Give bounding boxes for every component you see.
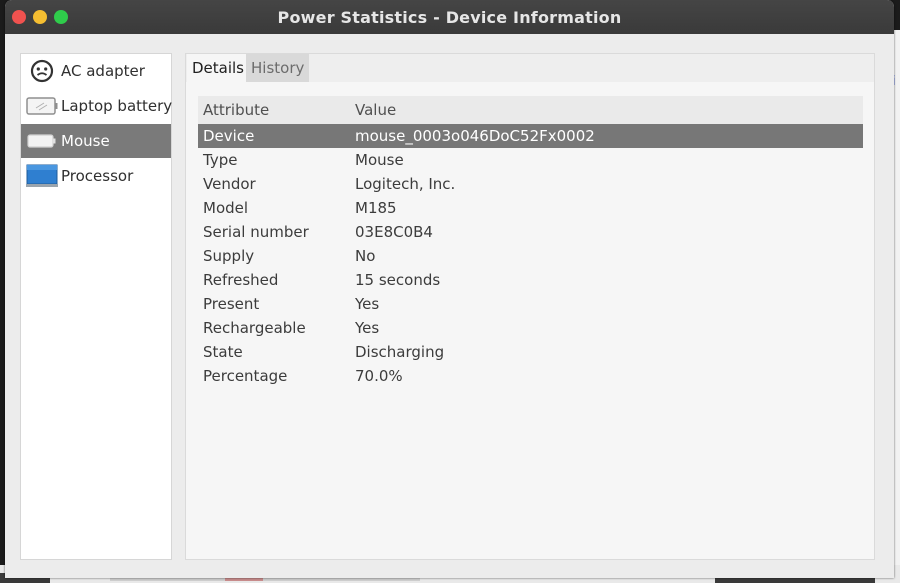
column-header-attribute[interactable]: Attribute xyxy=(203,101,269,119)
value-cell: 70.0% xyxy=(355,367,403,385)
value-cell: M185 xyxy=(355,199,397,217)
device-info-table: Attribute Value Device mouse_0003o046DoC… xyxy=(198,96,863,388)
table-row[interactable]: Present Yes xyxy=(198,292,863,316)
window-title: Power Statistics - Device Information xyxy=(277,8,622,27)
tab-history[interactable]: History xyxy=(246,54,309,82)
table-row[interactable]: Rechargeable Yes xyxy=(198,316,863,340)
laptop-battery-icon xyxy=(25,89,59,123)
attribute-cell: Vendor xyxy=(203,175,256,193)
table-row[interactable]: Model M185 xyxy=(198,196,863,220)
ac-adapter-icon xyxy=(25,54,59,88)
sidebar-item-mouse[interactable]: Mouse xyxy=(21,124,171,158)
power-statistics-window: Power Statistics - Device Information AC… xyxy=(5,0,894,578)
attribute-cell: Model xyxy=(203,199,249,217)
value-cell: 03E8C0B4 xyxy=(355,223,433,241)
title-bar[interactable]: Power Statistics - Device Information xyxy=(5,0,894,34)
attribute-cell: Percentage xyxy=(203,367,288,385)
attribute-cell: Refreshed xyxy=(203,271,279,289)
table-row[interactable]: State Discharging xyxy=(198,340,863,364)
attribute-cell: Present xyxy=(203,295,260,313)
sidebar-item-label: AC adapter xyxy=(61,62,145,80)
tab-bar: Details History xyxy=(186,54,874,82)
table-row[interactable]: Type Mouse xyxy=(198,148,863,172)
value-cell: Yes xyxy=(355,295,380,313)
table-row[interactable]: Supply No xyxy=(198,244,863,268)
mouse-battery-icon xyxy=(25,124,59,158)
table-row[interactable]: Refreshed 15 seconds xyxy=(198,268,863,292)
sidebar-item-label: Processor xyxy=(61,167,134,185)
value-cell: Yes xyxy=(355,319,380,337)
sidebar-item-label: Mouse xyxy=(61,132,110,150)
attribute-cell: Device xyxy=(203,127,255,145)
attribute-cell: Serial number xyxy=(203,223,309,241)
table-row[interactable]: Percentage 70.0% xyxy=(198,364,863,388)
value-cell: Logitech, Inc. xyxy=(355,175,456,193)
details-panel: Details History Attribute Value Device m… xyxy=(185,53,875,560)
attribute-cell: Rechargeable xyxy=(203,319,306,337)
device-list: AC adapter Laptop battery Mouse Processo… xyxy=(20,53,172,560)
value-cell: No xyxy=(355,247,376,265)
attribute-cell: Type xyxy=(203,151,238,169)
attribute-cell: State xyxy=(203,343,243,361)
tab-details[interactable]: Details xyxy=(187,54,246,82)
sidebar-item-processor[interactable]: Processor xyxy=(21,159,171,193)
table-row[interactable]: Device mouse_0003o046DoC52Fx0002 xyxy=(198,124,863,148)
sidebar-item-label: Laptop battery xyxy=(61,97,173,115)
value-cell: 15 seconds xyxy=(355,271,441,289)
attribute-cell: Supply xyxy=(203,247,255,265)
table-row[interactable]: Vendor Logitech, Inc. xyxy=(198,172,863,196)
sidebar-item-ac-adapter[interactable]: AC adapter xyxy=(21,54,171,88)
value-cell: mouse_0003o046DoC52Fx0002 xyxy=(355,127,595,145)
table-header: Attribute Value xyxy=(198,96,863,124)
value-cell: Discharging xyxy=(355,343,445,361)
value-cell: Mouse xyxy=(355,151,404,169)
table-row[interactable]: Serial number 03E8C0B4 xyxy=(198,220,863,244)
processor-icon xyxy=(25,159,59,193)
sidebar-item-laptop-battery[interactable]: Laptop battery xyxy=(21,89,173,123)
column-header-value[interactable]: Value xyxy=(355,101,396,119)
